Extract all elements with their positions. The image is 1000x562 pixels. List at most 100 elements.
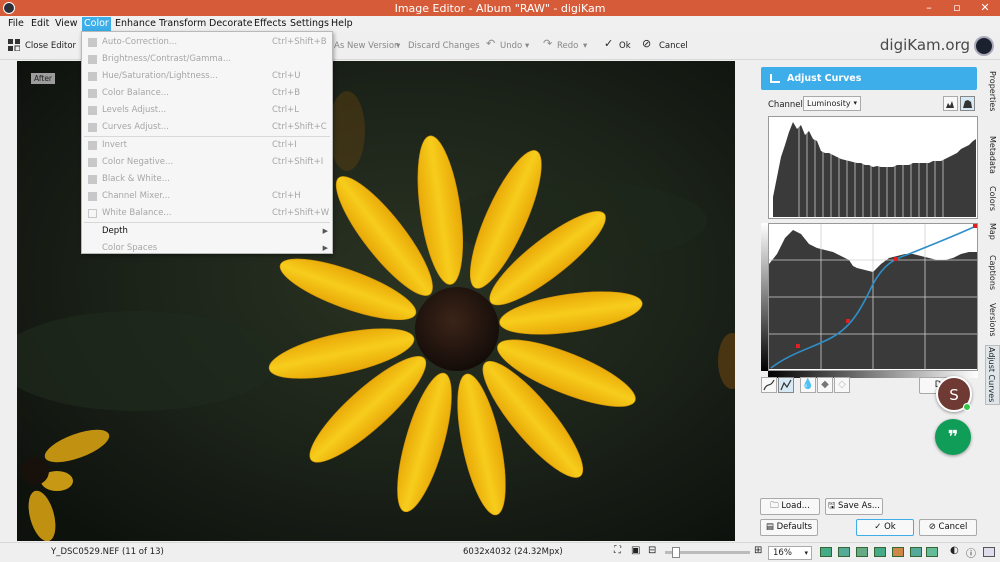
color-managed-view-icon[interactable]	[983, 547, 995, 557]
menu-item-brightness-contrast[interactable]: Brightness/Contrast/Gamma...	[82, 51, 332, 68]
save-as-button[interactable]: 🖫 Save As...	[825, 498, 883, 515]
menu-item-color-balance[interactable]: Color Balance... Ctrl+B	[82, 85, 332, 102]
preview-original-icon[interactable]	[820, 547, 832, 557]
defaults-button[interactable]: ▤ Defaults	[760, 519, 818, 536]
save-icon: 🖫	[828, 501, 839, 511]
tab-adjust-curves[interactable]: Adjust Curves	[985, 345, 1000, 405]
as-new-version-button[interactable]: As New Version	[334, 39, 399, 53]
overexposure-indicator-icon[interactable]: ⓘ	[966, 545, 976, 560]
discard-changes-button[interactable]: Discard Changes	[408, 39, 480, 53]
curve-smooth-button[interactable]	[761, 377, 777, 393]
curves-panel-icon	[770, 74, 780, 83]
curves-icon	[88, 123, 97, 132]
preview-horizontal-split-icon[interactable]	[856, 547, 868, 557]
free-curve-icon	[780, 379, 792, 391]
menu-effects[interactable]: Effects	[252, 17, 288, 31]
tab-metadata[interactable]: Metadata	[985, 131, 1000, 179]
tab-versions[interactable]: Versions	[985, 299, 1000, 341]
menu-transform[interactable]: Transform	[157, 17, 208, 31]
zoom-to-fit-icon[interactable]: ⛶	[614, 545, 621, 556]
close-window-button[interactable]: ✕	[971, 0, 999, 16]
redo-dropdown-icon[interactable]: ▾	[583, 39, 587, 53]
panel-cancel-button[interactable]: ⊘ Cancel	[919, 519, 977, 536]
channel-mixer-icon	[88, 192, 97, 201]
menu-settings[interactable]: Settings	[288, 17, 331, 31]
menu-item-auto-correction[interactable]: Auto-Correction... Ctrl+Shift+B	[82, 34, 332, 51]
side-tabs: Properties Metadata Colors Map Captions …	[985, 61, 1000, 542]
menu-item-depth[interactable]: Depth ▶	[82, 223, 332, 240]
tab-map[interactable]: Map	[985, 221, 1000, 241]
ok-button[interactable]: Ok	[619, 39, 631, 53]
menu-help[interactable]: Help	[329, 17, 355, 31]
ok-check-icon: ✓	[874, 522, 885, 532]
menu-item-levels-adjust[interactable]: Levels Adjust... Ctrl+L	[82, 102, 332, 119]
zoom-actual-icon[interactable]: ▣	[631, 545, 640, 556]
menu-item-channel-mixer[interactable]: Channel Mixer... Ctrl+H	[82, 188, 332, 205]
linear-histogram-button[interactable]	[943, 96, 958, 111]
curve-point[interactable]	[846, 319, 850, 323]
defaults-icon: ▤	[765, 522, 777, 532]
tab-colors[interactable]: Colors	[985, 181, 1000, 217]
menu-item-black-white[interactable]: Black & White...	[82, 171, 332, 188]
menu-item-curves-adjust[interactable]: Curves Adjust... Ctrl+Shift+C	[82, 119, 332, 136]
zoom-in-icon[interactable]: ⊞	[754, 545, 762, 556]
log-histogram-button[interactable]	[960, 96, 975, 111]
panel-title: Adjust Curves	[761, 67, 977, 90]
submenu-arrow-icon: ▶	[322, 227, 328, 235]
gray-dropper-icon: ◆	[821, 379, 829, 390]
menu-item-white-balance[interactable]: White Balance... Ctrl+Shift+W	[82, 205, 332, 222]
white-point-picker[interactable]: ◇	[834, 377, 850, 393]
digikam-logo-icon	[974, 36, 994, 56]
curves-editor[interactable]	[768, 223, 978, 371]
menu-item-color-negative[interactable]: Color Negative... Ctrl+Shift+I	[82, 154, 332, 171]
preview-after-icon[interactable]	[926, 547, 938, 557]
preview-vertical-split-icon[interactable]	[838, 547, 850, 557]
smooth-curve-icon	[763, 379, 775, 391]
menu-decorate[interactable]: Decorate	[207, 17, 255, 31]
menu-item-hue-saturation[interactable]: Hue/Saturation/Lightness... Ctrl+U	[82, 68, 332, 85]
preview-horizontal-compare-icon[interactable]	[892, 547, 904, 557]
curve-free-button[interactable]	[778, 377, 794, 393]
curve-point[interactable]	[796, 344, 800, 348]
cancel-button[interactable]: Cancel	[659, 39, 688, 53]
white-dropper-icon: ◇	[838, 379, 846, 390]
zoom-out-icon[interactable]: ⊟	[648, 545, 656, 556]
undo-dropdown-icon[interactable]: ▾	[525, 39, 529, 53]
curve-point[interactable]	[894, 257, 898, 261]
black-point-picker[interactable]: 💧	[800, 377, 816, 393]
ok-check-icon: ✓	[604, 37, 614, 50]
gray-point-picker[interactable]: ◆	[817, 377, 833, 393]
preview-target-icon[interactable]	[910, 547, 922, 557]
undo-button[interactable]: Undo	[500, 39, 522, 53]
menu-item-invert[interactable]: Invert Ctrl+I	[82, 137, 332, 154]
underexposure-indicator-icon[interactable]: ◐	[950, 545, 959, 556]
menu-file[interactable]: File	[6, 17, 26, 31]
panel-ok-button[interactable]: ✓ Ok	[856, 519, 914, 536]
menu-item-color-spaces[interactable]: Color Spaces ▶	[82, 240, 332, 257]
curve-point[interactable]	[973, 224, 977, 228]
zoom-slider-handle[interactable]	[672, 547, 680, 558]
channel-select[interactable]: Luminosity ▾	[803, 96, 861, 111]
tab-captions[interactable]: Captions	[985, 251, 1000, 295]
preview-vertical-compare-icon[interactable]	[874, 547, 886, 557]
menu-edit[interactable]: Edit	[29, 17, 51, 31]
status-bar: Y_DSC0529.NEF (11 of 13) 6032x4032 (24.3…	[0, 542, 1000, 562]
minimize-button[interactable]: –	[915, 0, 943, 16]
curves-graph	[769, 224, 977, 370]
menu-view[interactable]: View	[53, 17, 80, 31]
quote-icon[interactable]: ❞	[935, 419, 971, 455]
zoom-level-select[interactable]: 16% ▾	[768, 546, 812, 560]
menu-enhance[interactable]: Enhance	[113, 17, 158, 31]
redo-button[interactable]: Redo	[557, 39, 578, 53]
close-editor-button[interactable]: Close Editor	[25, 39, 76, 53]
load-button[interactable]: 🗀 Load...	[760, 498, 820, 515]
window-title: Image Editor - Album "RAW" - digiKam	[394, 2, 606, 15]
title-bar: Image Editor - Album "RAW" - digiKam – ▫…	[0, 0, 1000, 16]
hue-icon	[88, 72, 97, 81]
tab-properties[interactable]: Properties	[985, 65, 1000, 117]
channel-label: Channel:	[768, 100, 806, 110]
maximize-button[interactable]: ▫	[943, 0, 971, 16]
menu-color[interactable]: Color	[82, 17, 111, 31]
after-label: After	[31, 73, 56, 84]
adjust-curves-panel: Adjust Curves Channel: Luminosity ▾ 💧 ◆ …	[755, 61, 985, 542]
